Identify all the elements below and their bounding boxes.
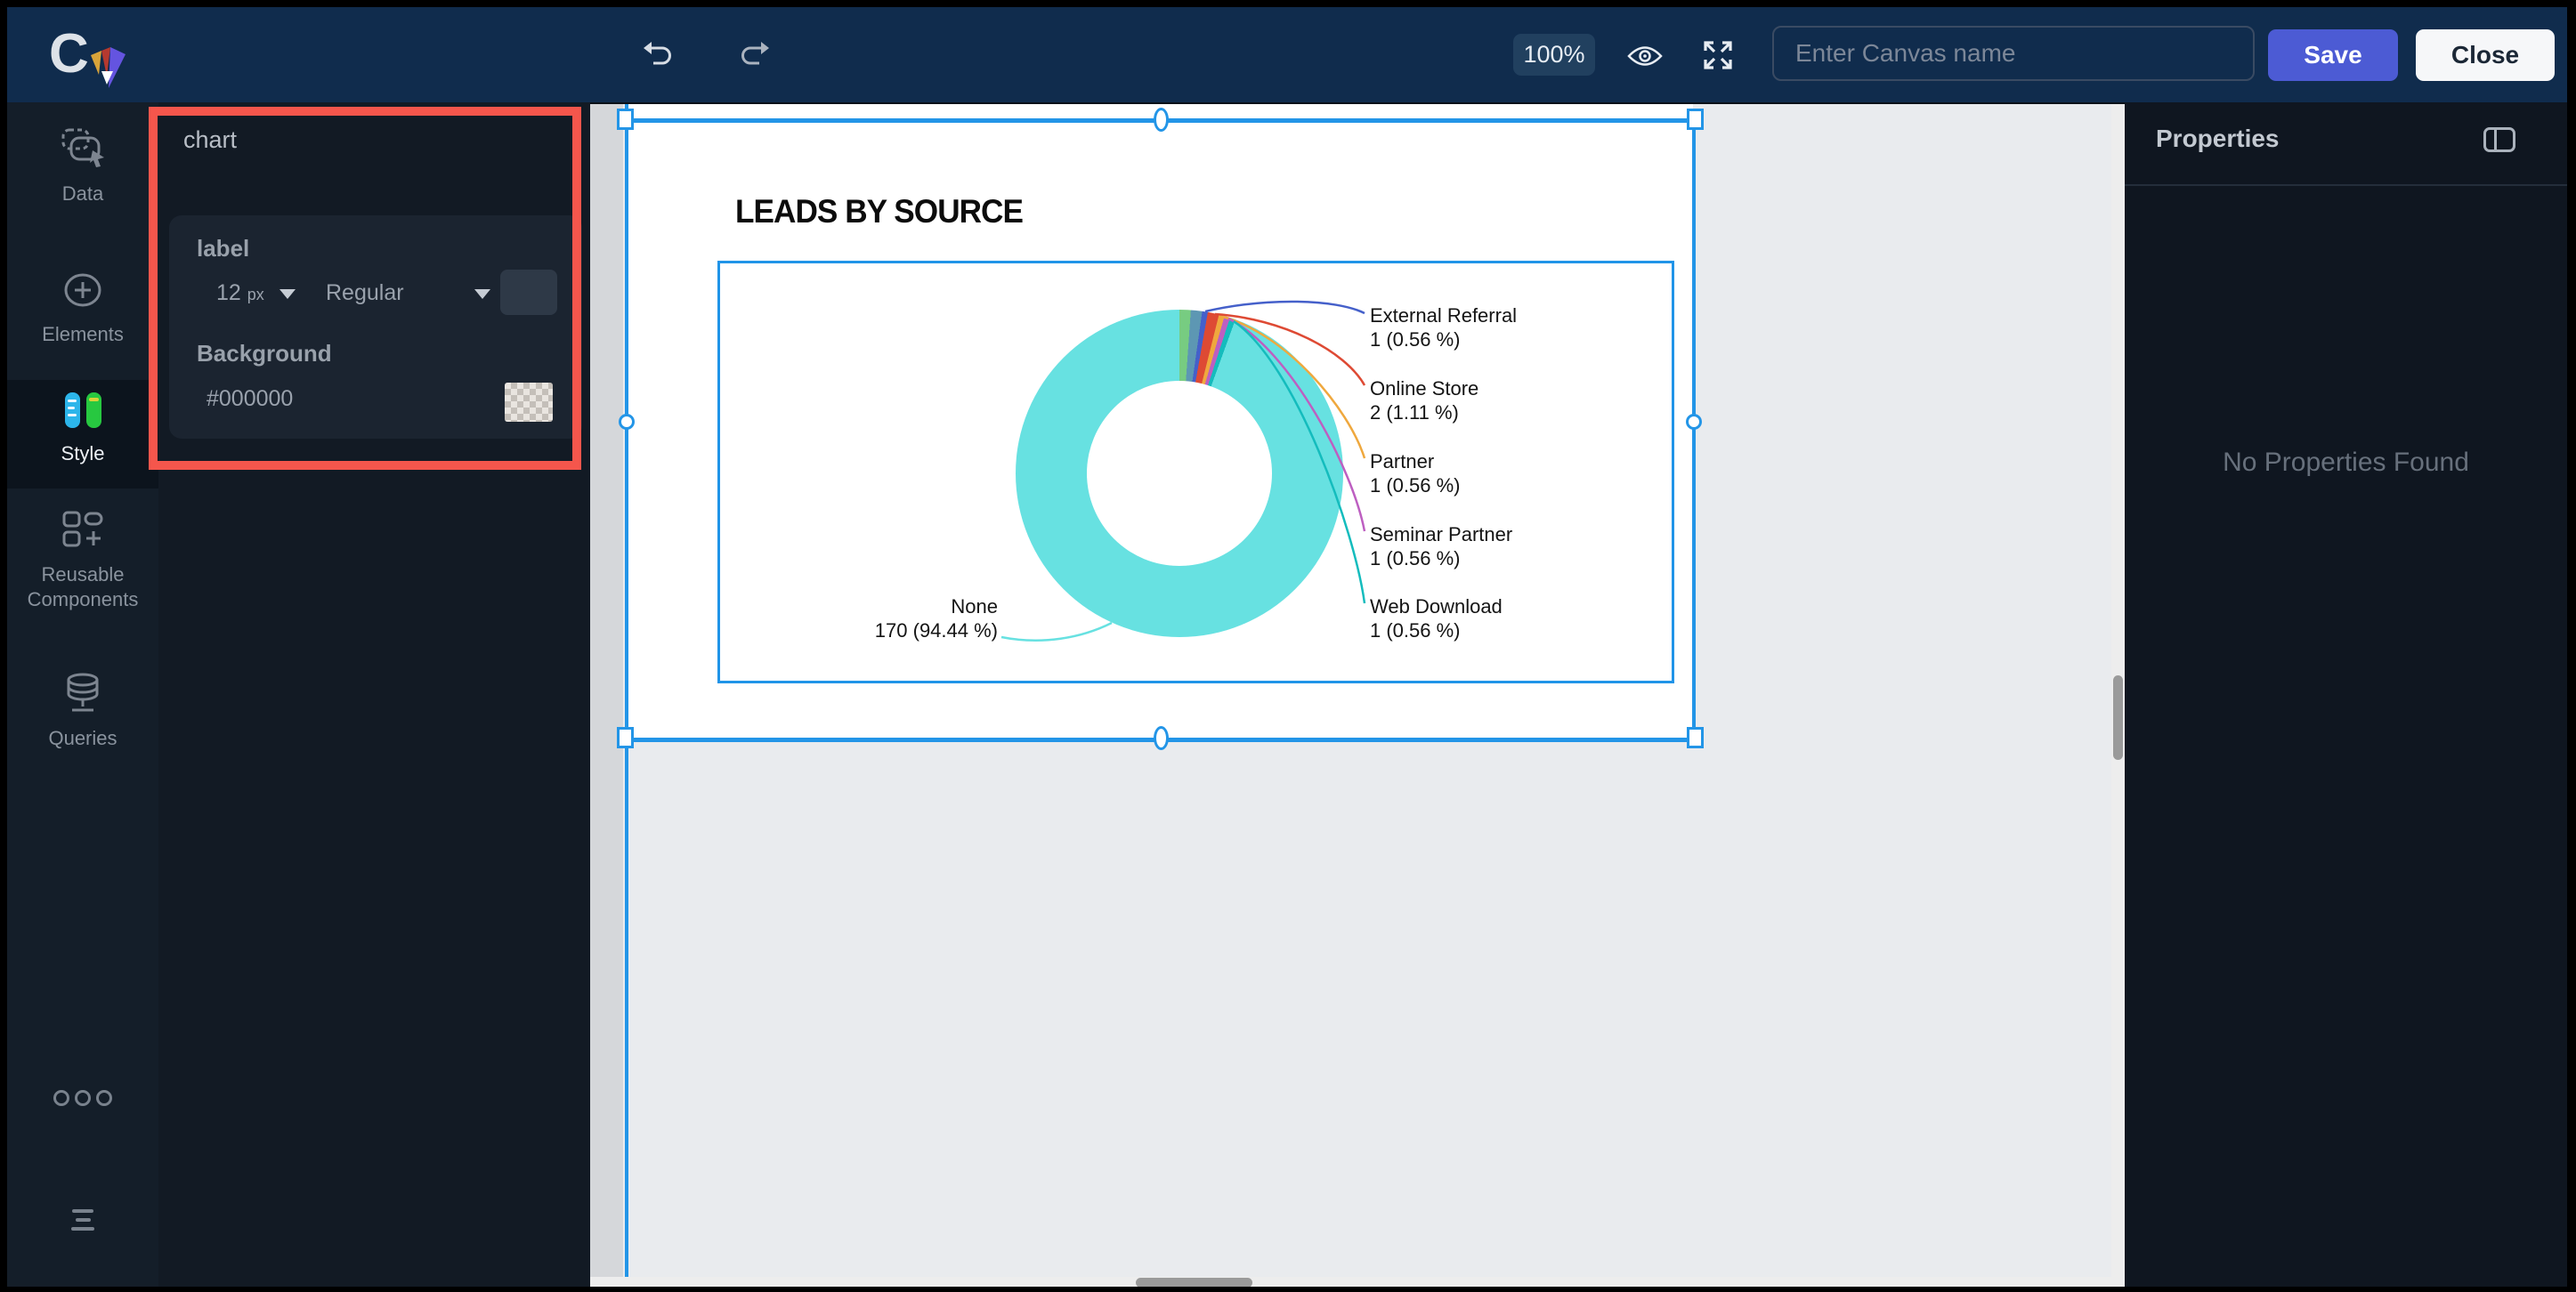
preview-eye-icon[interactable] [1627,43,1663,69]
logo-letter: C [49,23,89,85]
chevron-down-icon [474,289,490,299]
resize-handle-bottom-left[interactable] [617,727,634,748]
sidebar-item-label: Elements [7,322,158,346]
horizontal-scrollbar-thumb[interactable] [1136,1278,1252,1287]
panel-toggle-icon[interactable] [2483,127,2515,152]
background-color-swatch[interactable] [505,383,553,422]
font-size-dropdown[interactable]: 12 px [216,280,296,306]
collapse-menu-icon[interactable] [7,1204,158,1236]
redo-icon[interactable] [739,39,771,71]
sidebar-item-elements[interactable]: Elements [7,271,158,376]
style-settings-panel: chart label 12 px Regular Background #00… [158,102,590,1287]
save-button[interactable]: Save [2268,29,2398,81]
resize-handle-top-center[interactable] [1154,108,1169,132]
sidebar-item-label: Data [7,182,158,206]
resize-handle-top-right[interactable] [1687,109,1704,130]
sidebar-item-queries[interactable]: Queries [7,672,158,779]
background-color-value[interactable]: #000000 [207,386,293,412]
style-icon [65,392,101,428]
leader-line-partner [1223,317,1365,458]
callout-partner: Partner1 (0.56 %) [1370,449,1461,497]
font-weight-dropdown[interactable]: Regular [326,280,490,306]
sidebar-item-label: Style [7,441,158,465]
top-bar: C 100% [7,7,2567,102]
leader-line-external-referral [1205,302,1365,313]
sidebar-item-style[interactable]: Style [7,380,158,489]
properties-empty-message: No Properties Found [2125,448,2567,478]
resize-handle-middle-left[interactable] [619,414,635,430]
component-name-label: chart [183,126,237,154]
label-color-swatch[interactable] [500,270,557,315]
sidebar-item-reusable-components[interactable]: Reusable Components [7,510,158,634]
zoom-level-badge[interactable]: 100% [1513,34,1595,76]
resize-handle-middle-right[interactable] [1686,414,1702,430]
sidebar-item-label: Queries [7,726,158,750]
canvas-left-gutter [590,104,623,1277]
app-window: C 100% [7,7,2567,1287]
callout-seminar-partner: Seminar Partner1 (0.56 %) [1370,522,1512,570]
queries-icon [63,672,102,717]
resize-handle-bottom-right[interactable] [1687,727,1704,748]
horizontal-scrollbar-track[interactable] [590,1277,2125,1287]
chevron-down-icon [279,289,296,299]
callout-web-download: Web Download1 (0.56 %) [1370,594,1503,642]
data-icon [61,127,105,173]
leader-line-none [1001,623,1112,641]
logo-check-icon [88,46,127,89]
canvas-name-input[interactable] [1772,26,2255,81]
vertical-scrollbar-thumb[interactable] [2113,675,2123,760]
callout-online-store: Online Store2 (1.11 %) [1370,376,1478,424]
properties-panel: Properties No Properties Found [2125,102,2567,1287]
background-section-title: Background [197,340,332,367]
main-area: Data Elements Style [7,102,2567,1287]
canvas-viewport[interactable]: LEADS BY SOURCE External Referral1 (0.56… [590,102,2125,1287]
more-options-icon[interactable] [7,1090,158,1110]
canvas-logo: C [49,23,147,89]
properties-divider [2125,184,2567,186]
sidebar-item-label: Reusable Components [7,562,158,612]
callout-none: None170 (94.44 %) [820,594,998,642]
resize-handle-bottom-center[interactable] [1154,726,1169,750]
label-section-title: label [197,235,249,262]
properties-panel-title: Properties [2156,125,2280,153]
elements-icon [62,271,103,313]
donut-chart-container[interactable]: External Referral1 (0.56 %) Online Store… [717,261,1674,683]
reusable-components-icon [61,510,104,553]
fullscreen-icon[interactable] [1702,39,1734,71]
selection-right-edge[interactable] [1692,118,1696,742]
close-button[interactable]: Close [2416,29,2555,81]
left-sidebar: Data Elements Style [7,102,158,1287]
chart-widget[interactable]: LEADS BY SOURCE External Referral1 (0.56… [628,104,1693,741]
callout-external-referral: External Referral1 (0.56 %) [1370,303,1517,351]
sidebar-item-data[interactable]: Data [7,127,158,232]
resize-handle-top-left[interactable] [617,109,634,130]
label-style-card: label 12 px Regular Background #000000 [169,215,582,439]
chart-widget-title: LEADS BY SOURCE [735,193,1023,230]
leader-line-seminar-partner [1228,319,1365,531]
undo-icon[interactable] [642,39,674,71]
